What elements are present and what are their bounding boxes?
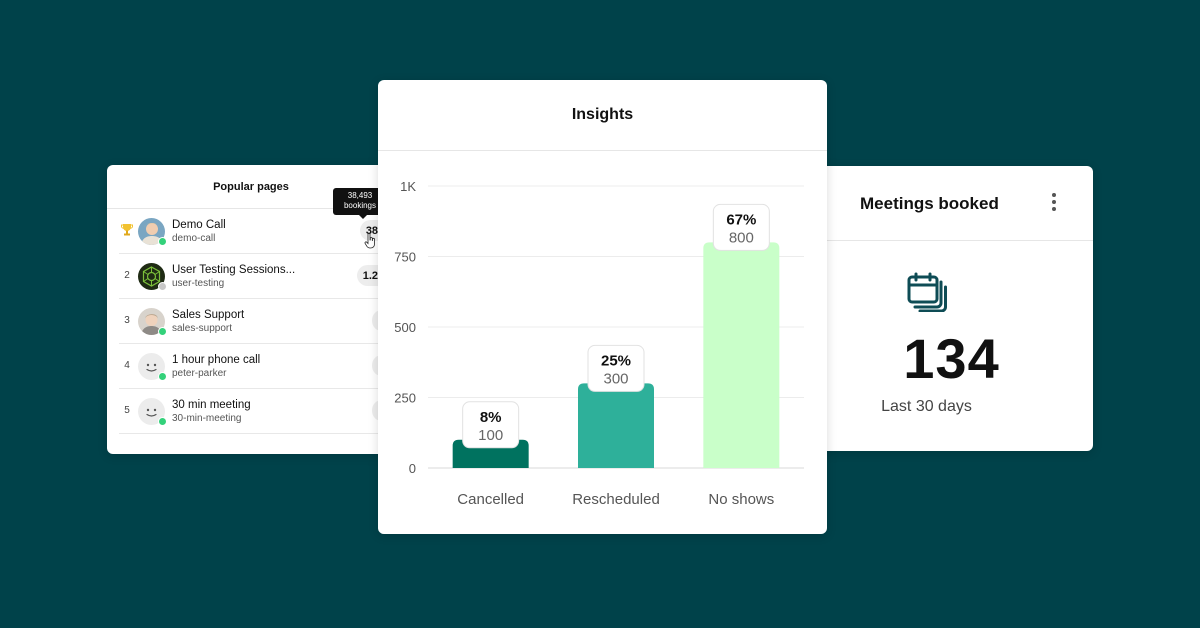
y-tick-label: 750 xyxy=(394,250,416,265)
popular-pages-card: Popular pages Demo Call demo-call 38K 2 xyxy=(107,165,407,454)
meetings-period: Last 30 days xyxy=(881,398,972,415)
data-label-value: 300 xyxy=(603,370,628,387)
y-tick-label: 1K xyxy=(400,179,416,194)
list-item[interactable]: 5 30 min meeting 30-min-meeting 2 xyxy=(119,389,392,434)
data-label-value: 100 xyxy=(478,427,503,444)
data-label-percent: 25% xyxy=(601,352,631,369)
page-title: Sales Support xyxy=(172,309,245,321)
list-item[interactable]: 4 1 hour phone call peter-parker 2 xyxy=(119,344,392,389)
page-slug: demo-call xyxy=(172,233,216,244)
page-slug: sales-support xyxy=(172,323,233,334)
avatar xyxy=(138,353,167,381)
y-tick-label: 500 xyxy=(394,320,416,335)
page-title: 30 min meeting xyxy=(172,399,251,411)
more-options-icon[interactable] xyxy=(1050,193,1058,215)
calendar-stack-icon xyxy=(907,272,947,312)
x-tick-label: Rescheduled xyxy=(572,491,660,508)
page-title: 1 hour phone call xyxy=(172,354,261,366)
rank-number: 2 xyxy=(124,270,130,281)
meetings-booked-card: Meetings booked 134 Last 30 days xyxy=(810,166,1093,451)
online-status-dot xyxy=(158,237,167,246)
data-label-percent: 67% xyxy=(726,211,756,228)
rank-number: 5 xyxy=(124,405,130,416)
page-slug: user-testing xyxy=(172,278,225,289)
page-slug: 30-min-meeting xyxy=(172,413,242,424)
rank-number: 4 xyxy=(124,360,130,371)
bar xyxy=(703,242,780,468)
avatar xyxy=(138,263,167,291)
meetings-booked-title: Meetings booked xyxy=(860,194,999,213)
page-title: User Testing Sessions... xyxy=(172,264,296,276)
list-item[interactable]: 3 Sales Support sales-support 5 xyxy=(119,299,392,344)
data-label-percent: 8% xyxy=(480,409,502,426)
page-title: Demo Call xyxy=(172,219,226,231)
x-tick-label: Cancelled xyxy=(457,491,524,508)
list-item[interactable]: 2 User Testing Sessions... user-testing … xyxy=(119,254,392,299)
pointer-cursor-icon xyxy=(364,233,375,249)
avatar xyxy=(138,218,167,246)
list-item[interactable]: Demo Call demo-call 38K xyxy=(119,209,392,254)
data-label-value: 800 xyxy=(729,229,754,246)
online-status-dot xyxy=(158,327,167,336)
avatar xyxy=(138,308,167,336)
x-tick-label: No shows xyxy=(708,491,774,508)
y-tick-label: 250 xyxy=(394,391,416,406)
insights-card: Insights 0 250 500 750 1K Cancelled 8% 100 Resch… xyxy=(378,80,827,534)
page-slug: peter-parker xyxy=(172,368,227,379)
online-status-dot xyxy=(158,372,167,381)
avatar xyxy=(138,398,167,426)
away-status-dot xyxy=(158,282,167,291)
meetings-booked-header: Meetings booked xyxy=(810,166,1093,241)
y-tick-label: 0 xyxy=(409,461,416,476)
meetings-count: 134 xyxy=(903,327,1000,390)
bar xyxy=(578,383,654,468)
insights-bar-chart: 0 250 500 750 1K Cancelled 8%100 Rescheduled 25%… xyxy=(394,179,804,508)
trophy-icon xyxy=(121,224,133,236)
online-status-dot xyxy=(158,417,167,426)
rank-number: 3 xyxy=(124,315,130,326)
